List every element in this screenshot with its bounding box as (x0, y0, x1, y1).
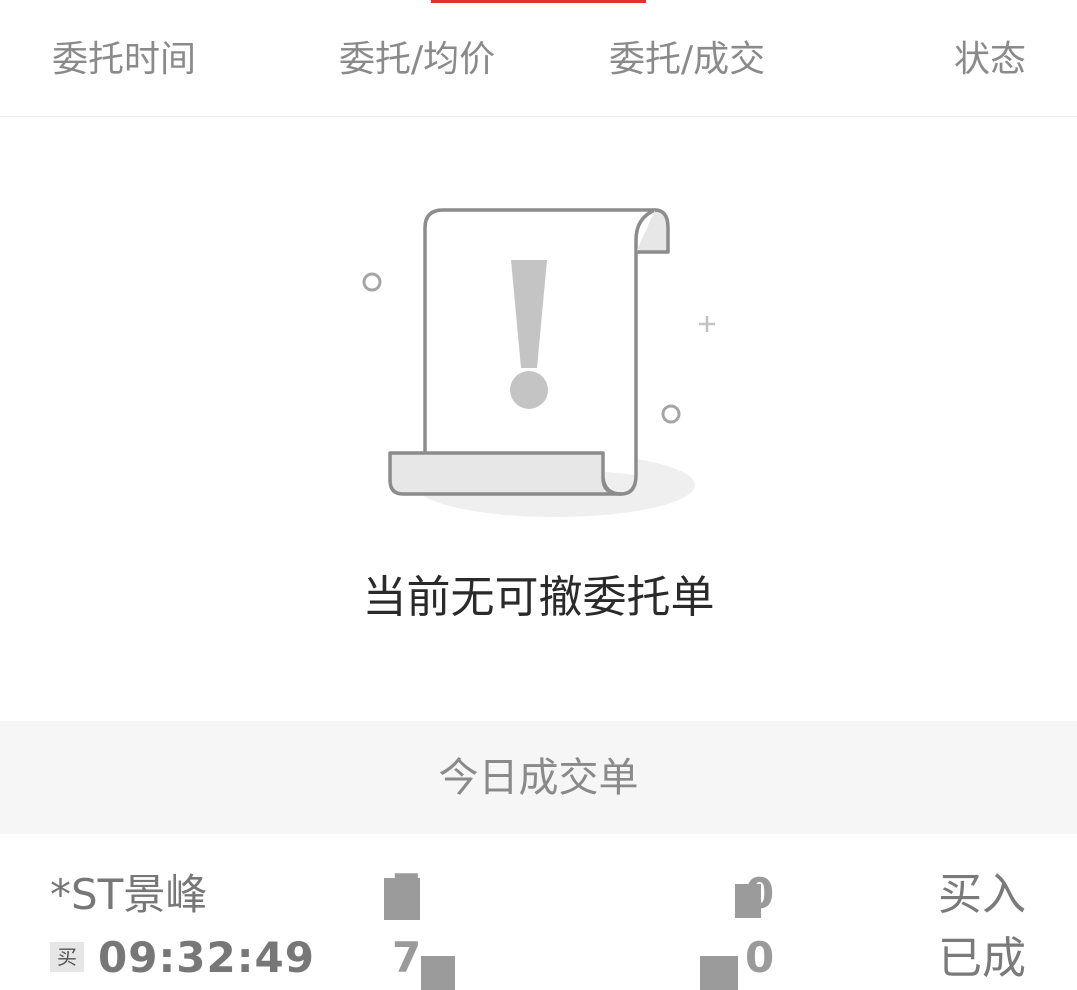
column-header-order-filled: 委托/成交 (609, 39, 766, 80)
order-table-header: 委托时间 委托/均价 委托/成交 状态 (0, 0, 1077, 117)
trade-row[interactable]: *ST景峰 买 09:32:49 7 7 0 0 买入 已成 (0, 834, 1077, 990)
side-badge: 买 (50, 942, 84, 972)
trade-time: 09:32:49 (98, 933, 315, 982)
redaction-mask (421, 956, 455, 990)
redaction-mask (384, 878, 420, 920)
column-header-order-time: 委托时间 (52, 39, 197, 80)
redaction-mask (700, 956, 738, 990)
trade-status: 已成 (938, 933, 1026, 984)
document-exclamation-icon (355, 200, 715, 534)
trade-side: 买入 (938, 869, 1026, 920)
stock-name: *ST景峰 (50, 870, 208, 919)
redaction-mask (735, 884, 761, 918)
qty-bottom-digit: 0 (745, 933, 775, 982)
column-header-order-avg-price: 委托/均价 (339, 39, 496, 80)
column-header-status: 状态 (953, 39, 1026, 80)
section-title-today-trades: 今日成交单 (438, 755, 639, 801)
empty-state-message: 当前无可撤委托单 (362, 572, 715, 623)
price-bottom-digit: 7 (392, 933, 422, 982)
